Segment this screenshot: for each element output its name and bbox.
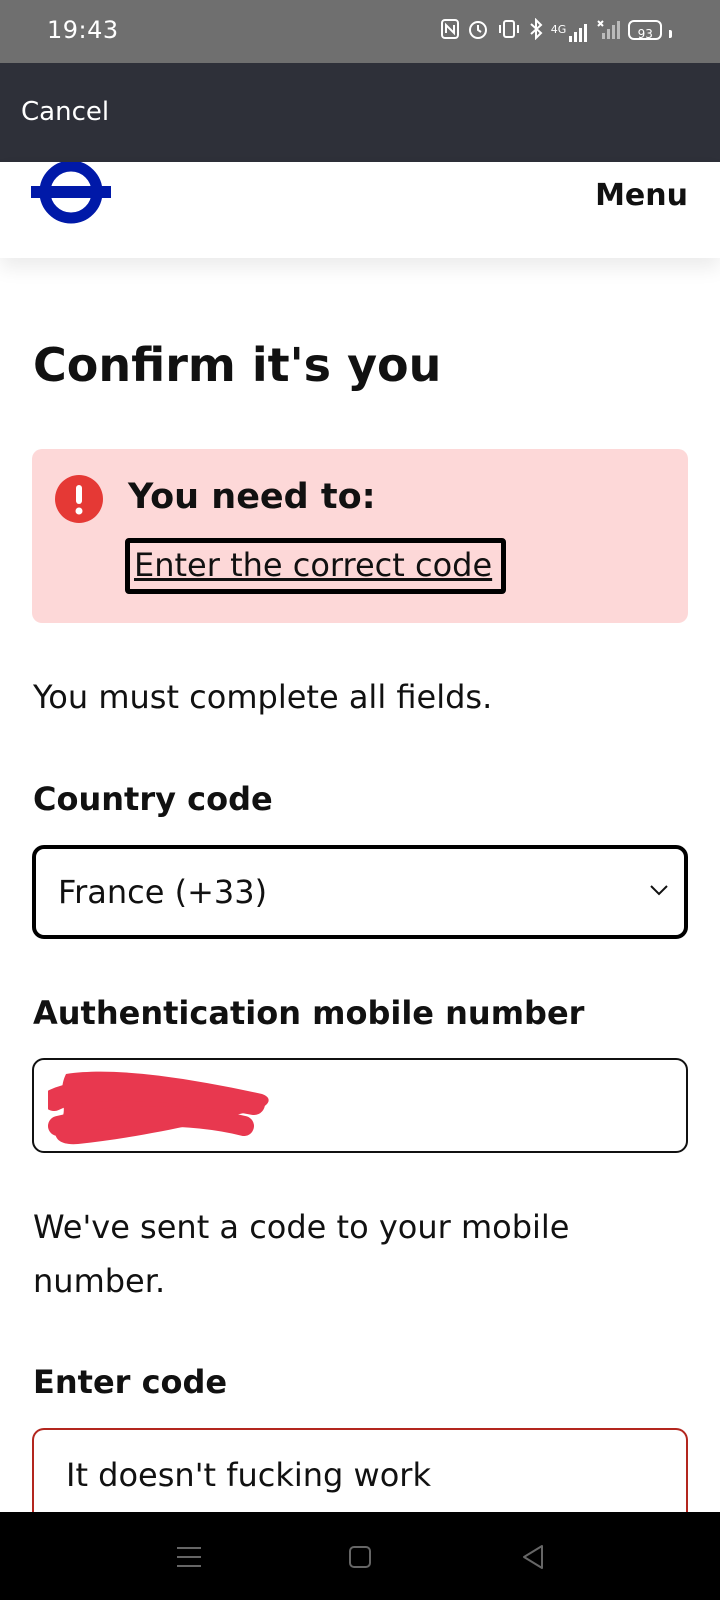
mobile-number-label: Authentication mobile number [33,994,585,1032]
tfl-roundel-logo-icon[interactable] [31,160,113,226]
country-code-value: France (+33) [58,873,268,911]
menu-icon[interactable] [174,1542,204,1572]
system-navigation-bar [0,1512,720,1600]
signal-icon: 4G [550,22,589,42]
site-header: Menu [0,160,720,258]
bluetooth-icon [529,17,543,47]
cancel-button[interactable]: Cancel [21,97,109,127]
enter-code-label: Enter code [33,1363,228,1401]
mobile-number-input[interactable] [32,1058,688,1153]
battery-icon: 93 [628,20,672,45]
menu-button[interactable]: Menu [595,178,688,213]
status-icons: 4G 93 [440,17,672,47]
country-code-label: Country code [33,780,273,818]
top-nav-bar: Cancel [0,63,720,162]
page-title: Confirm it's you [33,338,442,392]
nfc-icon [440,19,459,46]
vibrate-icon [497,19,521,46]
redaction-scribble [43,1064,272,1146]
home-icon[interactable] [345,1542,375,1572]
error-summary: You need to: Enter the correct code [32,449,688,623]
battery-level: 93 [628,20,663,41]
code-sent-note: We've sent a code to your mobile number. [33,1208,570,1300]
enter-code-value: It doesn't fucking work [66,1456,431,1494]
status-time: 19:43 [47,16,119,44]
error-icon [55,475,103,523]
back-icon[interactable] [518,1542,548,1572]
country-code-select[interactable]: France (+33) [32,845,688,939]
enter-correct-code-link[interactable]: Enter the correct code [125,538,506,594]
network-type: 4G [550,22,567,36]
status-bar: 19:43 4G 93 [0,0,720,63]
fields-note: You must complete all fields. [33,678,493,716]
alarm-icon [467,18,489,47]
error-heading: You need to: [128,477,376,517]
chevron-down-icon [648,879,670,901]
no-signal-icon [596,19,621,46]
